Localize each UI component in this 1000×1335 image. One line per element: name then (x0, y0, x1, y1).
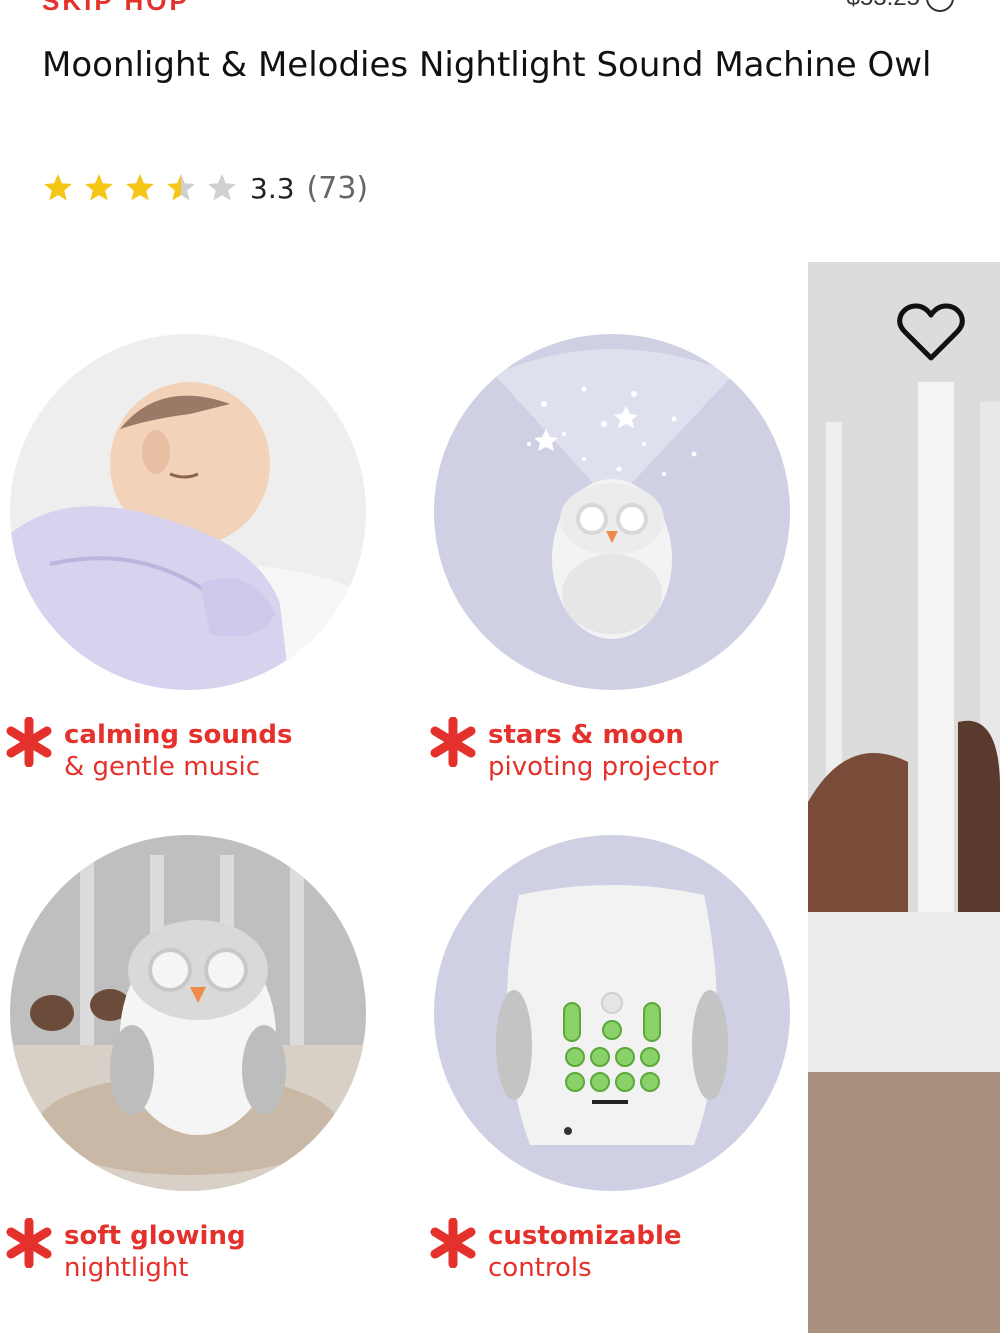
feature-calming-sounds: calming sounds & gentle music (0, 334, 400, 834)
owl-controls-photo (434, 835, 790, 1191)
asterisk-icon (430, 1218, 476, 1268)
star-half-icon (167, 174, 195, 201)
caption-title: calming sounds (64, 720, 293, 750)
asterisk-icon (430, 717, 476, 767)
feature-image[interactable]: calming sounds & gentle music stars & mo… (0, 262, 808, 1333)
star-icon (44, 174, 72, 201)
info-icon[interactable] (926, 0, 954, 12)
brand-logo[interactable]: SKIP HOP (42, 0, 190, 12)
header-strip: SKIP HOP $53.25 (0, 0, 1000, 12)
star-empty-icon (208, 174, 236, 201)
caption-subtitle: nightlight (64, 1253, 189, 1283)
asterisk-icon (6, 717, 52, 767)
feature-stars-moon: stars & moon pivoting projector (424, 334, 824, 834)
heart-outline-icon[interactable] (896, 302, 966, 364)
caption-title: customizable (488, 1221, 682, 1251)
star-icon (85, 174, 113, 201)
asterisk-icon (6, 1218, 52, 1268)
feature-customizable-controls: customizable controls (424, 835, 824, 1335)
sleeping-baby-photo (10, 334, 366, 690)
owl-projector-photo (434, 334, 790, 690)
feature-caption: soft glowing nightlight (6, 1218, 246, 1284)
rating-value: 3.3 (250, 171, 295, 205)
feature-soft-glowing: soft glowing nightlight (0, 835, 400, 1335)
product-title: Moonlight & Melodies Nightlight Sound Ma… (42, 45, 932, 85)
feature-caption: calming sounds & gentle music (6, 717, 293, 783)
header-price: $53.25 (847, 0, 920, 12)
caption-subtitle: pivoting projector (488, 752, 719, 782)
owl-nightlight-photo (10, 835, 366, 1191)
caption-title: stars & moon (488, 720, 684, 750)
caption-subtitle: & gentle music (64, 752, 261, 782)
product-rating[interactable]: 3.3 (73) (42, 168, 368, 208)
caption-subtitle: controls (488, 1253, 592, 1283)
next-product-image[interactable] (808, 262, 1000, 1333)
rating-stars (42, 172, 247, 204)
feature-caption: stars & moon pivoting projector (430, 717, 719, 783)
product-image-carousel[interactable]: calming sounds & gentle music stars & mo… (0, 262, 1000, 1333)
star-icon (126, 174, 154, 201)
feature-caption: customizable controls (430, 1218, 682, 1284)
caption-title: soft glowing (64, 1221, 246, 1251)
rating-count[interactable]: (73) (307, 171, 369, 206)
